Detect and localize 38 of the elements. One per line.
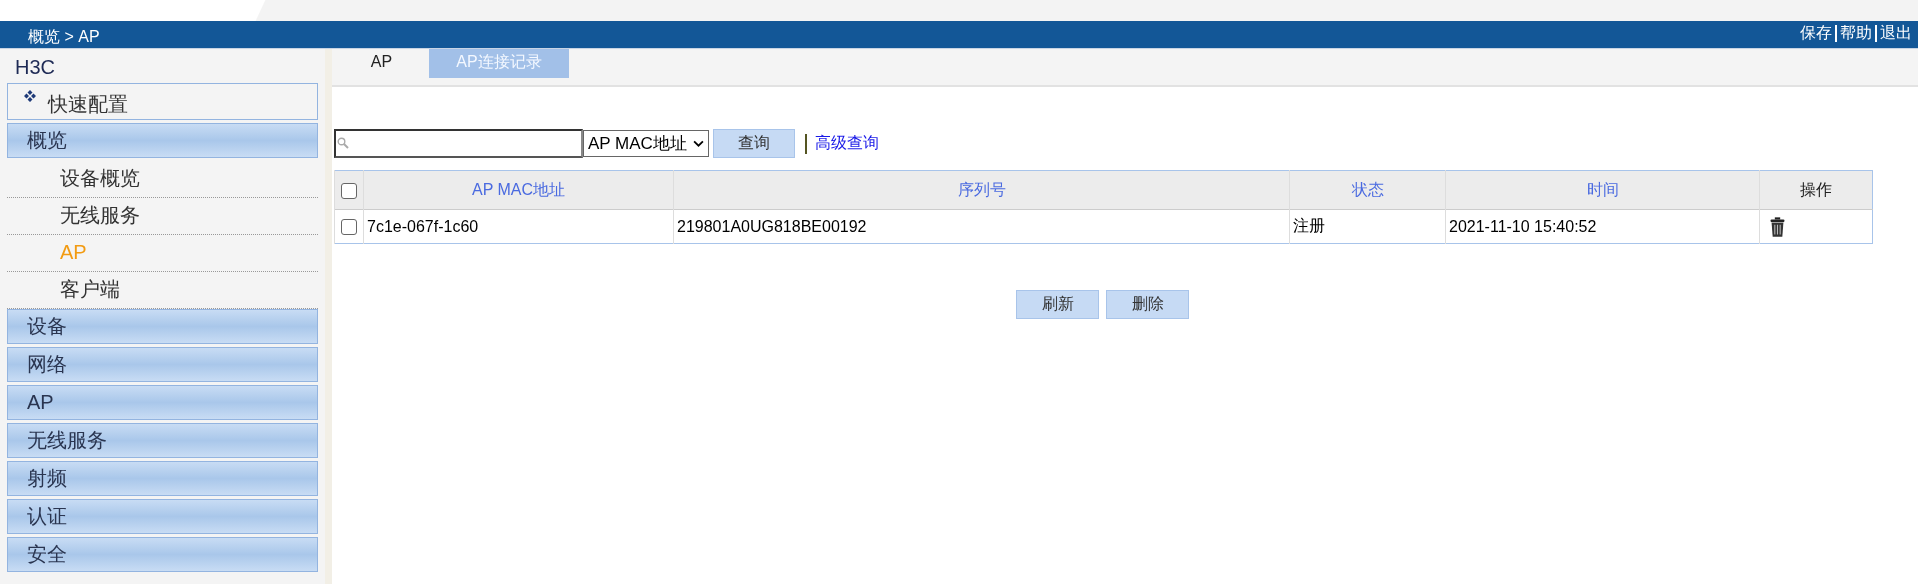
tab[interactable]: AP: [334, 49, 429, 85]
header-link[interactable]: 帮助: [1840, 22, 1872, 44]
caret-icon: [692, 140, 704, 147]
table-cell: 注册: [1289, 209, 1446, 244]
column-header: 序列号: [673, 170, 1290, 210]
advanced-query-link[interactable]: 高级查询: [814, 133, 879, 154]
column-header: 时间: [1445, 170, 1760, 210]
query-button[interactable]: 查询: [712, 129, 795, 158]
search-icon: [337, 137, 349, 149]
checkbox[interactable]: [341, 219, 357, 236]
column-header: 操作: [1759, 170, 1873, 210]
field-select[interactable]: AP MAC地址: [583, 130, 709, 157]
trash-icon[interactable]: [1770, 216, 1785, 237]
nav-group[interactable]: AP: [7, 385, 318, 420]
table-cell: 7c1e-067f-1c60: [363, 209, 674, 244]
table-cell: 219801A0UG818BE00192: [673, 209, 1290, 244]
nav-group[interactable]: 无线服务: [7, 423, 318, 458]
nav-group[interactable]: 设备: [7, 309, 318, 344]
header-link[interactable]: 保存: [1800, 22, 1832, 44]
nav-group[interactable]: 概览: [7, 123, 318, 158]
diamond-icon: [24, 90, 36, 102]
column-header: AP MAC地址: [363, 170, 674, 210]
table-cell: 2021-11-10 15:40:52: [1445, 209, 1760, 244]
nav-group[interactable]: 网络: [7, 347, 318, 382]
brand-label: H3C: [14, 55, 56, 80]
nav-item[interactable]: 无线服务: [7, 198, 318, 235]
nav-group[interactable]: 安全: [7, 537, 318, 572]
checkbox[interactable]: [341, 182, 357, 199]
search-field[interactable]: [334, 129, 583, 158]
nav-group[interactable]: 射频: [7, 461, 318, 496]
action-button[interactable]: 删除: [1106, 290, 1189, 319]
breadcrumb: 概览 > AP: [28, 27, 100, 47]
nav-item[interactable]: 设备概览: [7, 161, 318, 198]
header-link[interactable]: 退出: [1880, 22, 1912, 44]
nav-group[interactable]: 认证: [7, 499, 318, 534]
column-header: 状态: [1289, 170, 1446, 210]
action-button[interactable]: 刷新: [1016, 290, 1099, 319]
quick-config-item[interactable]: 快速配置: [7, 83, 318, 120]
